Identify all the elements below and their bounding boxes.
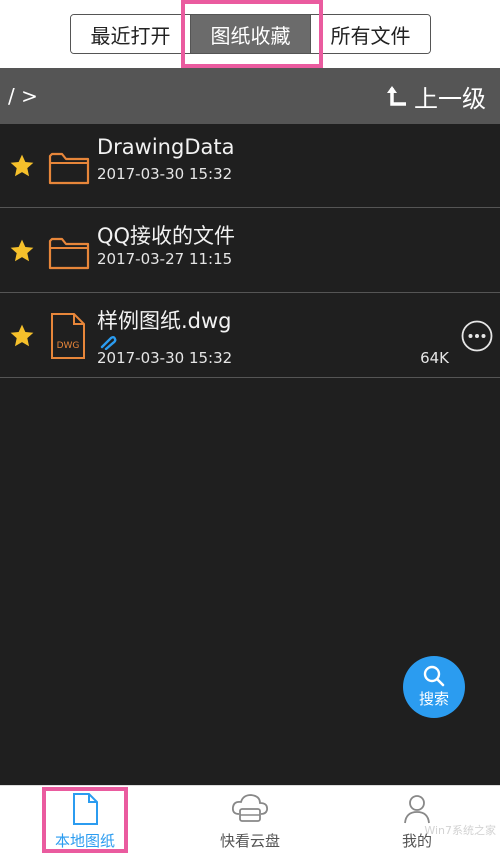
list-item[interactable]: DrawingData 2017-03-30 15:32 (0, 124, 500, 208)
top-tab-bar: 最近打开 图纸收藏 所有文件 (0, 0, 500, 68)
star-icon[interactable] (9, 153, 35, 179)
path-bar: / > 上一级 (0, 68, 500, 124)
more-options-icon[interactable] (461, 320, 493, 352)
nav-local-drawings[interactable]: 本地图纸 (30, 786, 140, 855)
folder-icon (48, 152, 90, 185)
file-date: 2017-03-30 15:32 (97, 349, 233, 367)
file-name: 样例图纸.dwg (97, 309, 232, 333)
parent-folder-button[interactable]: 上一级 (386, 79, 486, 114)
tab-all-files[interactable]: 所有文件 (310, 15, 430, 53)
user-icon (404, 795, 430, 824)
parent-folder-label: 上一级 (414, 84, 486, 113)
nav-label: 快看云盘 (219, 832, 280, 850)
file-name: DrawingData (97, 135, 235, 159)
dwg-file-icon: DWG (51, 313, 85, 359)
star-icon[interactable] (9, 238, 35, 264)
cloud-drive-icon (231, 794, 269, 822)
nav-label: 本地图纸 (54, 832, 115, 850)
watermark: Win7系统之家 (424, 824, 496, 837)
segmented-control: 最近打开 图纸收藏 所有文件 (70, 14, 431, 54)
dwg-badge: DWG (57, 341, 80, 351)
document-icon (73, 793, 98, 825)
bottom-nav: 本地图纸 快看云盘 我的 Win7系统之家 (0, 785, 500, 854)
nav-cloud-drive[interactable]: 快看云盘 (195, 786, 305, 855)
search-icon (423, 665, 445, 687)
tab-recent[interactable]: 最近打开 (71, 15, 190, 53)
nav-me[interactable]: 我的 (362, 786, 472, 855)
up-arrow-icon (387, 86, 406, 106)
folder-icon (48, 237, 90, 270)
file-date: 2017-03-30 15:32 (97, 165, 233, 183)
list-item[interactable]: QQ接收的文件 2017-03-27 11:15 (0, 209, 500, 293)
paperclip-icon (100, 336, 117, 350)
search-label: 搜索 (418, 690, 449, 708)
star-icon[interactable] (9, 323, 35, 349)
list-item[interactable]: DWG 样例图纸.dwg 2017-03-30 15:32 64K (0, 294, 500, 378)
file-size: 64K (420, 349, 449, 367)
search-button[interactable]: 搜索 (403, 656, 465, 718)
file-date: 2017-03-27 11:15 (97, 250, 233, 268)
file-name: QQ接收的文件 (97, 224, 236, 248)
tab-favorites[interactable]: 图纸收藏 (190, 15, 310, 53)
current-path: / > (8, 84, 38, 108)
